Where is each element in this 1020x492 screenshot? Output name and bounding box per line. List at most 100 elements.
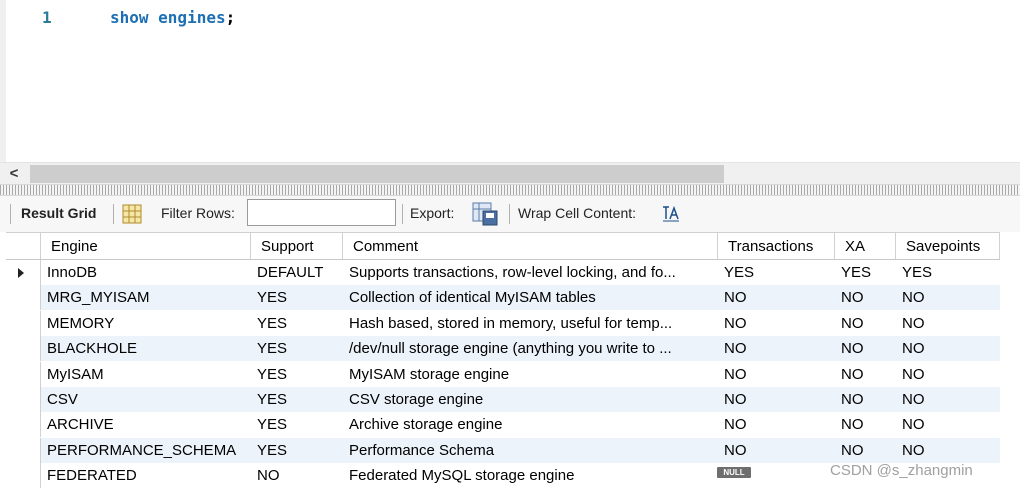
column-header-transactions[interactable]: Transactions <box>718 233 835 259</box>
cell-transactions[interactable]: NO <box>718 438 835 463</box>
result-grid-tab[interactable]: Result Grid <box>21 205 96 221</box>
cell-savepoints[interactable]: NO <box>896 387 1000 412</box>
cell-xa[interactable]: NO <box>835 311 896 336</box>
row-marker[interactable] <box>6 412 41 438</box>
panel-splitter[interactable] <box>0 184 1020 196</box>
cell-transactions[interactable]: NO <box>718 362 835 387</box>
cell-engine[interactable]: InnoDB <box>41 260 251 285</box>
cell-support[interactable]: YES <box>251 362 343 387</box>
row-marker[interactable] <box>6 336 41 362</box>
cell-transactions[interactable]: NO <box>718 285 835 310</box>
cell-comment[interactable]: Supports transactions, row-level locking… <box>343 260 718 285</box>
cell-savepoints[interactable]: NO <box>896 438 1000 463</box>
cell-support[interactable]: YES <box>251 438 343 463</box>
table-row[interactable]: BLACKHOLE YES/dev/null storage engine (an… <box>6 336 1000 362</box>
cell-transactions[interactable]: YES <box>718 260 835 285</box>
cell-engine[interactable]: BLACKHOLE <box>41 336 251 361</box>
cell-engine[interactable]: CSV <box>41 387 251 412</box>
cell-support[interactable]: DEFAULT <box>251 260 343 285</box>
filter-rows-input[interactable] <box>247 199 396 226</box>
column-header-support[interactable]: Support <box>251 233 343 259</box>
row-marker[interactable] <box>6 387 41 412</box>
cell-savepoints[interactable]: NO <box>896 362 1000 387</box>
cell-transactions[interactable]: NO <box>718 311 835 336</box>
sql-code-line[interactable]: show engines; <box>110 8 235 27</box>
cell-support[interactable]: YES <box>251 311 343 336</box>
row-marker[interactable] <box>6 310 41 336</box>
table-row[interactable]: MyISAM YES MyISAM storage engine NO NO NO <box>6 361 1000 387</box>
scroll-left-icon[interactable]: < <box>0 163 28 185</box>
table-row[interactable]: MEMORY YES Hash based, stored in memory, u… <box>6 310 1000 336</box>
wrap-text-icon[interactable] <box>662 205 680 226</box>
column-header-savepoints[interactable]: Savepoints <box>896 233 1000 259</box>
row-marker[interactable] <box>6 285 41 311</box>
export-icon[interactable] <box>472 202 498 230</box>
cell-engine[interactable]: MEMORY <box>41 311 251 336</box>
cell-xa[interactable]: NO <box>835 438 896 463</box>
sql-editor[interactable]: 1 show engines; <box>0 0 1020 162</box>
cell-engine[interactable]: FEDERATED <box>41 463 251 488</box>
line-number: 1 <box>42 8 52 27</box>
toolbar-separator <box>10 204 11 224</box>
cell-comment[interactable]: /dev/null storage engine (anything you w… <box>343 336 718 361</box>
row-marker[interactable] <box>6 361 41 387</box>
table-row[interactable]: CSV YES CSV storage engine NO NO NO <box>6 387 1000 412</box>
filter-rows-label: Filter Rows: <box>161 205 235 221</box>
cell-comment[interactable]: Federated MySQL storage engine <box>343 463 718 488</box>
cell-savepoints[interactable]: YES <box>896 260 1000 285</box>
row-marker[interactable] <box>6 260 41 285</box>
editor-horizontal-scrollbar[interactable]: < <box>0 162 1020 184</box>
cell-engine[interactable]: PERFORMANCE_SCHEMA <box>41 438 251 463</box>
toolbar-separator <box>113 204 114 224</box>
cell-transactions[interactable]: NO <box>718 336 835 361</box>
cell-support[interactable]: YES <box>251 336 343 361</box>
cell-savepoints[interactable]: NO <box>896 412 1000 437</box>
editor-gutter <box>0 0 6 162</box>
export-label: Export: <box>410 205 455 221</box>
table-row[interactable]: MRG_MYISAM YES Collection of identical MyI… <box>6 285 1000 311</box>
cell-comment[interactable]: MyISAM storage engine <box>343 362 718 387</box>
cell-xa[interactable]: NO <box>835 285 896 310</box>
table-row[interactable]: InnoDB DEFAULT Supports transactions, row-… <box>6 260 1000 285</box>
row-marker[interactable] <box>6 437 41 463</box>
cell-transactions[interactable]: NO <box>718 412 835 437</box>
cell-xa[interactable]: YES <box>835 260 896 285</box>
cell-comment[interactable]: Archive storage engine <box>343 412 718 437</box>
sql-keyword: show engines <box>110 8 226 27</box>
cell-xa[interactable]: NO <box>835 336 896 361</box>
current-row-icon <box>18 268 24 278</box>
cell-savepoints[interactable]: NO <box>896 285 1000 310</box>
cell-xa[interactable]: NO <box>835 412 896 437</box>
scrollbar-thumb[interactable] <box>30 165 724 183</box>
cell-support[interactable]: YES <box>251 285 343 310</box>
toolbar-separator <box>509 204 510 224</box>
row-marker[interactable] <box>6 463 41 489</box>
cell-savepoints[interactable]: NO <box>896 311 1000 336</box>
null-value-badge[interactable]: NULL <box>717 467 751 479</box>
cell-support[interactable]: YES <box>251 412 343 437</box>
cell-comment[interactable]: CSV storage engine <box>343 387 718 412</box>
grid-view-icon[interactable] <box>122 204 142 228</box>
toolbar-separator <box>402 204 403 224</box>
cell-transactions[interactable]: NO <box>718 387 835 412</box>
cell-comment[interactable]: Performance Schema <box>343 438 718 463</box>
column-header-comment[interactable]: Comment <box>343 233 718 259</box>
table-row[interactable]: PERFORMANCE_SCHEMA YES Performance Schema N… <box>6 437 1000 463</box>
cell-savepoints[interactable]: NO <box>896 336 1000 361</box>
cell-xa[interactable]: NO <box>835 387 896 412</box>
result-toolbar: Result Grid Filter Rows: Export: Wrap Ce… <box>0 196 1020 232</box>
cell-engine[interactable]: MRG_MYISAM <box>41 285 251 310</box>
cell-support[interactable]: NO <box>251 463 343 488</box>
cell-comment[interactable]: Hash based, stored in memory, useful for… <box>343 311 718 336</box>
sql-semicolon: ; <box>225 8 236 27</box>
cell-support[interactable]: YES <box>251 387 343 412</box>
cell-comment[interactable]: Collection of identical MyISAM tables <box>343 285 718 310</box>
cell-xa[interactable]: NO <box>835 362 896 387</box>
cell-engine[interactable]: MyISAM <box>41 362 251 387</box>
column-header-xa[interactable]: XA <box>835 233 896 259</box>
header-corner <box>6 233 41 259</box>
column-header-engine[interactable]: Engine <box>41 233 251 259</box>
table-row[interactable]: ARCHIVE YES Archive storage engine NO NO NO <box>6 412 1000 438</box>
wrap-cell-content-label: Wrap Cell Content: <box>518 205 637 221</box>
cell-engine[interactable]: ARCHIVE <box>41 412 251 437</box>
